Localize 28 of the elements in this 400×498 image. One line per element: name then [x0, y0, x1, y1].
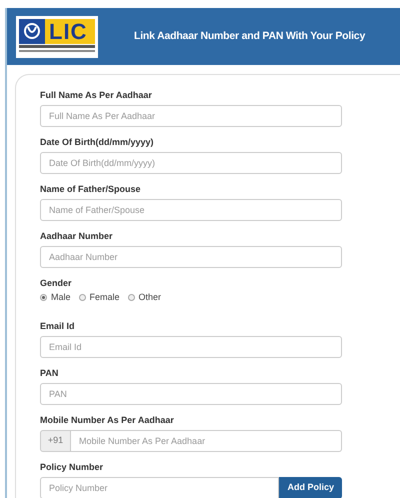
add-policy-button[interactable]: Add Policy [279, 476, 342, 498]
input-field[interactable]: Email Id [40, 336, 342, 358]
radio-button[interactable] [40, 294, 47, 302]
field-label: Name of Father/Spouse [40, 184, 141, 195]
input-field[interactable]: Name of Father/Spouse [40, 199, 342, 221]
input-field[interactable]: Date Of Birth(dd/mm/yyyy) [40, 152, 342, 174]
field-label: Date Of Birth(dd/mm/yyyy) [40, 137, 154, 148]
input-field[interactable]: Policy Number [40, 476, 280, 498]
radio-button[interactable] [128, 294, 135, 302]
country-code-prefix: +91 [40, 430, 71, 452]
field-label: Full Name As Per Aadhaar [40, 90, 152, 101]
radio-label: Female [90, 291, 120, 304]
radio-button[interactable] [78, 294, 86, 302]
input-field[interactable]: PAN [40, 382, 342, 405]
field-label: Policy Number [40, 462, 104, 473]
input-field[interactable]: Aadhaar Number [40, 246, 342, 268]
input-field[interactable]: Mobile Number As Per Aadhaar [71, 430, 342, 452]
field-label: PAN [40, 368, 58, 379]
field-label: Aadhaar Number [40, 231, 113, 242]
emblem-icon [23, 22, 41, 40]
field-label: Gender [40, 278, 72, 289]
field-label: Mobile Number As Per Aadhaar [40, 414, 174, 426]
page-title: Link Aadhaar Number and PAN With Your Policy [134, 28, 366, 44]
logo-text: LIC [45, 18, 95, 44]
field-label: Email Id [40, 320, 75, 332]
radio-label: Other [138, 291, 162, 304]
input-field[interactable]: Full Name As Per Aadhaar [40, 105, 342, 127]
radio-label: Male [51, 291, 71, 304]
